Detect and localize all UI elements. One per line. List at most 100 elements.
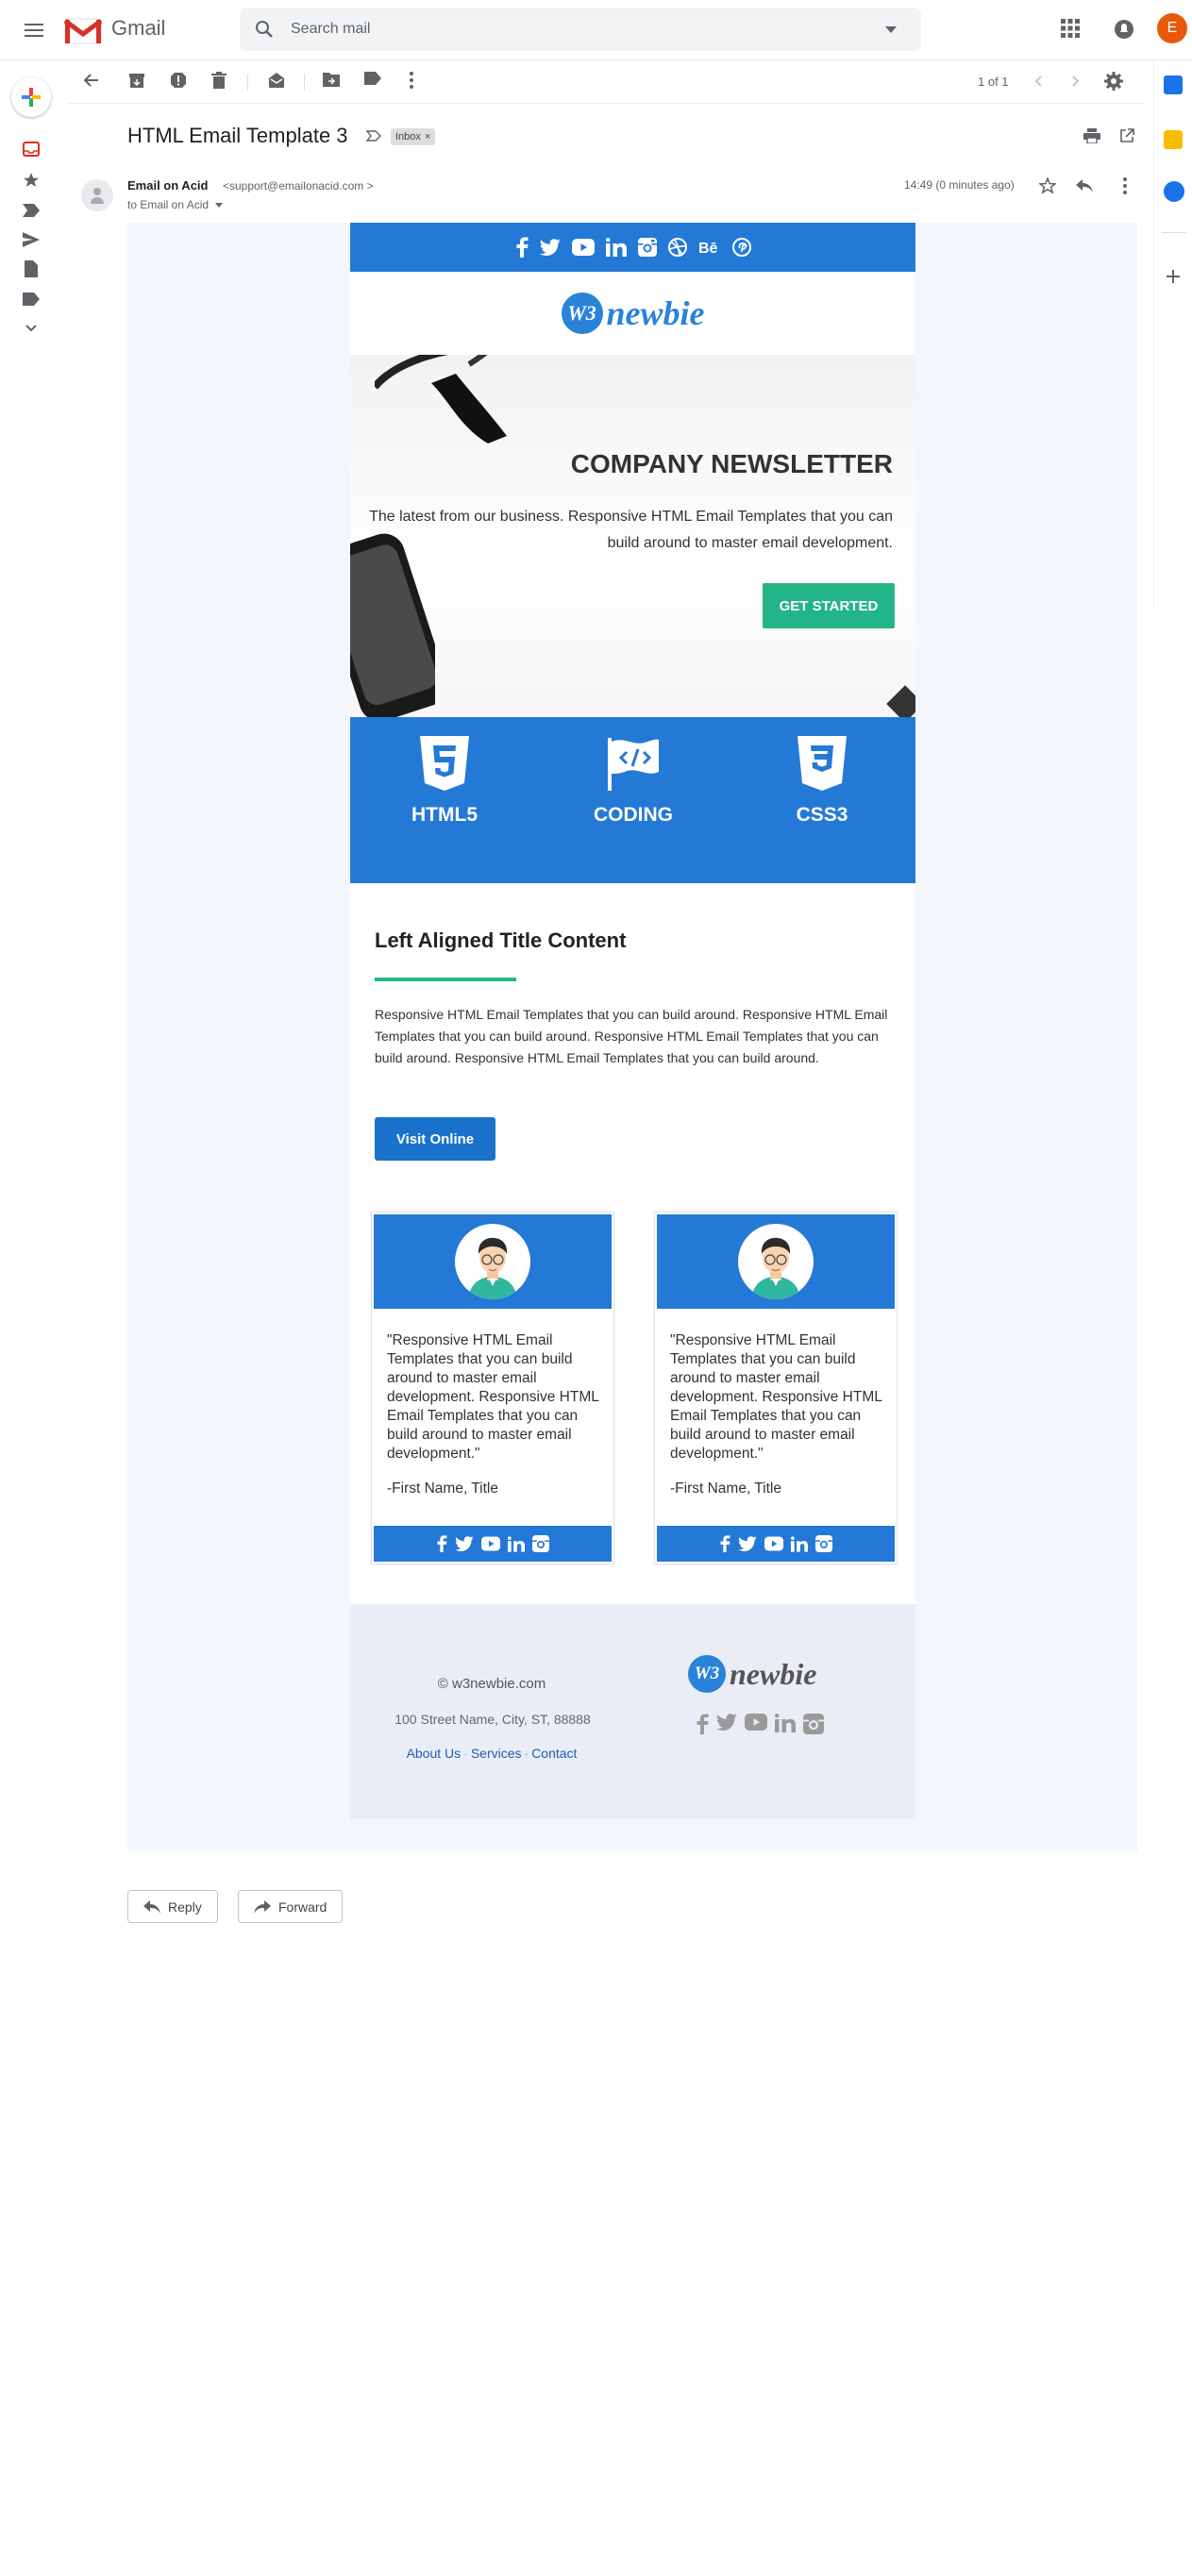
pinterest-icon[interactable]	[731, 238, 751, 257]
instagram-icon[interactable]	[637, 238, 657, 257]
linkedin-icon[interactable]	[791, 1535, 808, 1552]
inbox-label-chip[interactable]: Inbox ×	[391, 128, 436, 145]
image-corner-accent	[886, 685, 915, 717]
top-bar: Gmail E	[0, 0, 1192, 60]
footer-logo[interactable]: W3 newbie	[688, 1655, 816, 1693]
older-chevron-icon[interactable]	[1072, 75, 1080, 87]
youtube-icon[interactable]	[745, 1714, 767, 1731]
reply-icon[interactable]	[1076, 179, 1093, 192]
search-input[interactable]	[291, 8, 857, 51]
hero-text: The latest from our business. Responsive…	[369, 509, 893, 551]
search-icon[interactable]	[255, 20, 274, 39]
footer-links: About Us · Services · Contact	[378, 1746, 605, 1761]
features-band: HTML5 CODING CSS3	[350, 717, 915, 883]
recipient-details-chevron-icon[interactable]	[215, 203, 224, 209]
more-chevron-icon[interactable]	[25, 325, 37, 332]
youtube-icon[interactable]	[571, 239, 595, 256]
feature-label: CODING	[594, 804, 673, 826]
sender-avatar[interactable]	[81, 179, 113, 211]
svg-text:Bē: Bē	[698, 241, 718, 255]
calendar-icon[interactable]	[1164, 75, 1183, 94]
sent-icon[interactable]	[23, 232, 40, 247]
behance-icon[interactable]: Bē	[698, 240, 721, 255]
add-addon-plus-icon[interactable]	[1167, 270, 1180, 283]
print-icon[interactable]	[1083, 128, 1100, 143]
email-footer: © w3newbie.com 100 Street Name, City, ST…	[350, 1604, 915, 1819]
twitter-icon[interactable]	[716, 1714, 737, 1731]
brand-logo[interactable]: W3 newbie	[350, 272, 915, 355]
recipient-line[interactable]: to Email on Acid	[127, 198, 224, 211]
mark-unread-icon[interactable]	[268, 72, 285, 89]
importance-marker-icon[interactable]	[366, 130, 381, 142]
open-in-new-window-icon[interactable]	[1119, 128, 1134, 143]
services-link[interactable]: Services	[471, 1746, 522, 1761]
pager-count: 1 of 1	[978, 75, 1009, 89]
facebook-icon[interactable]	[696, 1714, 709, 1734]
message-subject: HTML Email Template 3	[127, 124, 348, 147]
account-avatar[interactable]: E	[1157, 13, 1187, 43]
settings-gear-icon[interactable]	[1104, 72, 1123, 91]
drafts-icon[interactable]	[25, 260, 38, 277]
link-separator: ·	[524, 1746, 529, 1761]
sender-email: <support@emailonacid.com >	[223, 179, 374, 192]
person-illustration-icon	[468, 1237, 517, 1299]
notifications-icon[interactable]	[1114, 19, 1134, 40]
search-bar[interactable]	[240, 8, 921, 51]
delete-icon[interactable]	[211, 72, 227, 89]
keep-icon[interactable]	[1164, 130, 1183, 149]
remove-label-icon[interactable]: ×	[425, 131, 430, 142]
forward-button[interactable]: Forward	[238, 1890, 344, 1923]
forward-label: Forward	[278, 1899, 327, 1915]
sender-name[interactable]: Email on Acid	[127, 178, 208, 192]
html5-icon	[420, 736, 469, 791]
visit-online-button[interactable]: Visit Online	[375, 1117, 495, 1161]
archive-icon[interactable]	[128, 72, 145, 89]
youtube-icon[interactable]	[764, 1536, 783, 1551]
instagram-icon[interactable]	[532, 1535, 549, 1552]
facebook-icon[interactable]	[436, 1535, 447, 1552]
important-icon[interactable]	[23, 204, 40, 217]
more-options-icon[interactable]	[410, 72, 413, 89]
recipient-text: to Email on Acid	[127, 198, 210, 211]
toolbar-divider	[304, 74, 305, 91]
linkedin-icon[interactable]	[775, 1714, 796, 1732]
twitter-icon[interactable]	[738, 1536, 757, 1551]
testimonial-quote: "Responsive HTML Email Templates that yo…	[670, 1332, 882, 1462]
linkedin-icon[interactable]	[605, 238, 627, 257]
message-more-icon[interactable]	[1123, 177, 1127, 194]
contact-link[interactable]: Contact	[531, 1746, 577, 1761]
message-toolbar: 1 of 1	[68, 60, 1144, 104]
testimonial-signature: -First Name, Title	[670, 1480, 781, 1497]
person-illustration-icon	[751, 1237, 800, 1299]
youtube-icon[interactable]	[481, 1536, 500, 1551]
labels-icon[interactable]	[364, 72, 381, 85]
move-to-icon[interactable]	[323, 72, 340, 87]
about-us-link[interactable]: About Us	[407, 1746, 462, 1761]
twitter-icon[interactable]	[455, 1536, 474, 1551]
compose-button[interactable]	[11, 77, 51, 117]
reply-label: Reply	[168, 1899, 202, 1915]
report-spam-icon[interactable]	[170, 72, 187, 89]
gmail-logo-icon[interactable]	[64, 16, 102, 44]
instagram-icon[interactable]	[815, 1535, 832, 1552]
apps-grid-icon[interactable]	[1061, 19, 1080, 38]
newer-chevron-icon[interactable]	[1034, 75, 1042, 87]
facebook-icon[interactable]	[515, 237, 529, 258]
search-options-chevron-icon[interactable]	[885, 26, 897, 33]
twitter-icon[interactable]	[539, 239, 561, 256]
main-menu-button[interactable]	[15, 11, 53, 49]
instagram-icon[interactable]	[803, 1714, 824, 1734]
logo-mark: W3	[688, 1655, 726, 1693]
star-icon[interactable]	[1039, 177, 1056, 194]
facebook-icon[interactable]	[719, 1535, 730, 1552]
get-started-button[interactable]: GET STARTED	[763, 583, 895, 628]
dribbble-icon[interactable]	[667, 238, 687, 257]
reply-button[interactable]: Reply	[127, 1890, 218, 1923]
inbox-icon[interactable]	[23, 142, 40, 157]
tasks-icon[interactable]	[1164, 181, 1184, 202]
back-arrow-icon[interactable]	[83, 72, 100, 89]
linkedin-icon[interactable]	[508, 1535, 525, 1552]
starred-icon[interactable]	[23, 172, 40, 189]
message-timestamp: 14:49 (0 minutes ago)	[904, 178, 1015, 192]
label-icon[interactable]	[23, 293, 40, 306]
